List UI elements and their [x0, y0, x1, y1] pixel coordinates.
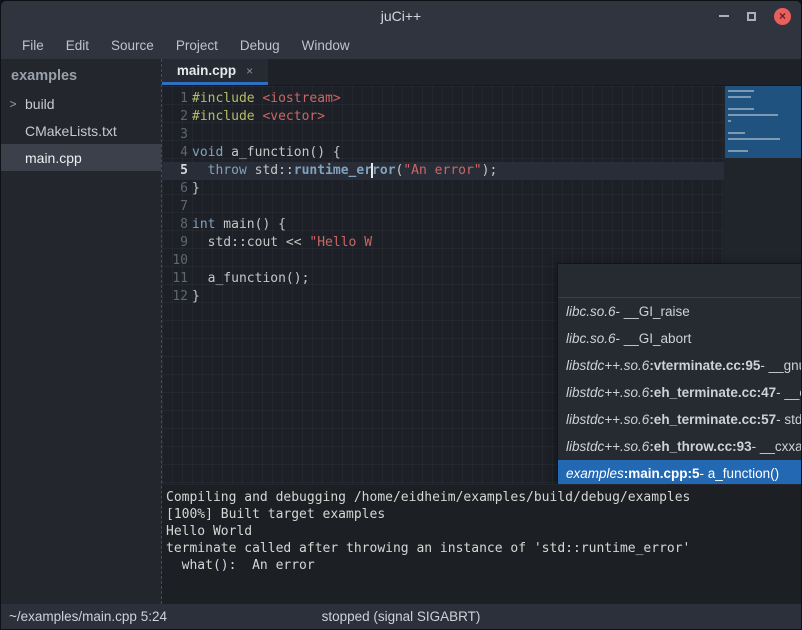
- code-line: 6 }: [162, 180, 724, 198]
- code-line: 7: [162, 198, 724, 216]
- window-controls: ×: [719, 1, 791, 31]
- line-number: 1: [162, 90, 188, 108]
- line-number: 5: [162, 162, 188, 180]
- debug-status: stopped (signal SIGABRT): [1, 609, 801, 624]
- code-line: 1 #include <iostream>: [162, 90, 724, 108]
- code-line: 8 int main() {: [162, 216, 724, 234]
- backtrace-popup: libc.so.6 - __GI_raise libc.so.6 - __GI_…: [557, 263, 801, 484]
- code-line: 9 std::cout << "Hello W: [162, 234, 724, 252]
- menu-debug[interactable]: Debug: [229, 34, 291, 57]
- backtrace-item-selected[interactable]: examples:main.cpp:5 - a_function(): [558, 460, 801, 484]
- build-terminal[interactable]: Compiling and debugging /home/eidheim/ex…: [162, 484, 801, 604]
- menu-file[interactable]: File: [11, 34, 55, 57]
- line-number: 4: [162, 144, 188, 162]
- line-number: 3: [162, 126, 188, 144]
- editor-pane: main.cpp × 1 #include <iostream> 2 #incl…: [161, 59, 801, 604]
- popup-search-input[interactable]: [558, 264, 801, 298]
- backtrace-item[interactable]: libstdc++.so.6:eh_terminate.cc:47 - __cx…: [558, 379, 801, 406]
- terminal-line: Hello World: [166, 523, 801, 540]
- tab-label: main.cpp: [177, 63, 236, 78]
- line-number: 6: [162, 180, 188, 198]
- line-number: 12: [162, 288, 188, 306]
- sidebar-item-build[interactable]: > build: [1, 90, 161, 117]
- minimap[interactable]: [725, 86, 801, 158]
- titlebar[interactable]: juCi++ ×: [1, 1, 801, 31]
- terminal-line: Compiling and debugging /home/eidheim/ex…: [166, 489, 801, 506]
- terminal-line: what(): An error: [166, 557, 801, 574]
- menu-window[interactable]: Window: [291, 34, 361, 57]
- sidebar-item-cmakelists[interactable]: CMakeLists.txt: [1, 117, 161, 144]
- menu-source[interactable]: Source: [100, 34, 165, 57]
- minimize-icon[interactable]: [719, 15, 729, 17]
- code-editor[interactable]: 1 #include <iostream> 2 #include <vector…: [162, 86, 801, 484]
- backtrace-item[interactable]: libstdc++.so.6:eh_terminate.cc:57 - std:…: [558, 406, 801, 433]
- menu-project[interactable]: Project: [165, 34, 229, 57]
- tree-item-label: CMakeLists.txt: [25, 123, 117, 139]
- statusbar: stopped (signal SIGABRT) ~/examples/main…: [1, 604, 801, 629]
- line-number: 11: [162, 270, 188, 288]
- tree-item-label: main.cpp: [25, 150, 82, 166]
- tab-maincpp[interactable]: main.cpp ×: [162, 59, 268, 85]
- line-number: 9: [162, 234, 188, 252]
- line-number: 8: [162, 216, 188, 234]
- close-icon[interactable]: ×: [774, 8, 791, 25]
- chevron-right-icon[interactable]: >: [1, 97, 25, 111]
- tree-item-label: build: [25, 96, 55, 112]
- backtrace-item[interactable]: libc.so.6 - __GI_raise: [558, 298, 801, 325]
- backtrace-item[interactable]: libc.so.6 - __GI_abort: [558, 325, 801, 352]
- tabbar: main.cpp ×: [162, 59, 801, 86]
- terminal-line: terminate called after throwing an insta…: [166, 540, 801, 557]
- project-name: examples: [1, 59, 161, 90]
- app-window: juCi++ × File Edit Source Project Debug …: [0, 0, 802, 630]
- file-tree-sidebar: examples > build CMakeLists.txt main.cpp: [1, 59, 161, 604]
- restore-icon[interactable]: [747, 12, 756, 21]
- code-line: 3: [162, 126, 724, 144]
- line-number: 2: [162, 108, 188, 126]
- backtrace-list: libc.so.6 - __GI_raise libc.so.6 - __GI_…: [558, 298, 801, 484]
- menubar: File Edit Source Project Debug Window: [1, 31, 801, 59]
- code-line: 2 #include <vector>: [162, 108, 724, 126]
- line-number: 7: [162, 198, 188, 216]
- terminal-line: [100%] Built target examples: [166, 506, 801, 523]
- main-area: examples > build CMakeLists.txt main.cpp…: [1, 59, 801, 604]
- window-title: juCi++: [381, 8, 421, 24]
- code-line-current: 5 throw std::runtime_error("An error");: [162, 162, 724, 180]
- backtrace-item[interactable]: libstdc++.so.6:eh_throw.cc:93 - __cxxabi…: [558, 433, 801, 460]
- backtrace-item[interactable]: libstdc++.so.6:vterminate.cc:95 - __gnu_…: [558, 352, 801, 379]
- sidebar-item-maincpp[interactable]: main.cpp: [1, 144, 161, 171]
- line-number: 10: [162, 252, 188, 270]
- menu-edit[interactable]: Edit: [55, 34, 100, 57]
- tab-close-icon[interactable]: ×: [246, 64, 253, 78]
- code-line: 4 void a_function() {: [162, 144, 724, 162]
